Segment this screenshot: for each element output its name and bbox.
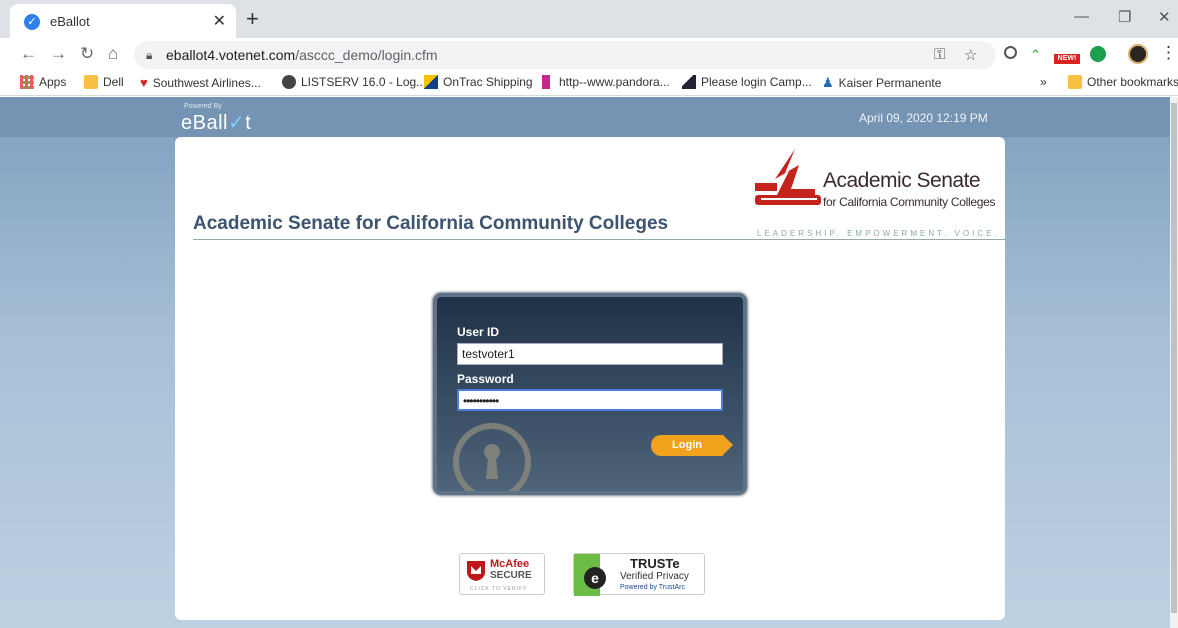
userid-input[interactable] — [457, 343, 723, 365]
browser-toolbar: ← → ↻ ⌂ 🔒︎ eballot4.votenet.com/asccc_de… — [0, 38, 1178, 72]
extension-arrow-icon[interactable]: ⌃ — [1030, 47, 1041, 63]
bookmark-ontrac[interactable]: OnTrac Shipping — [424, 75, 533, 89]
heart-icon: ♥ — [140, 75, 148, 90]
url-text[interactable]: eballot4.votenet.com/asccc_demo/login.cf… — [166, 47, 438, 63]
close-tab-icon[interactable]: ✕ — [213, 11, 226, 31]
keyhole-icon — [453, 423, 531, 491]
truste-badge[interactable]: e TRUSTe Verified Privacy Powered by Tru… — [573, 553, 705, 596]
back-icon[interactable]: ← — [20, 44, 37, 64]
login-button[interactable]: Login — [651, 435, 733, 456]
title-divider — [193, 239, 1005, 240]
header-band: Powered By eBall✓t April 09, 2020 12:19 … — [0, 97, 1170, 137]
bookmark-listserv[interactable]: LISTSERV 16.0 - Log... — [282, 75, 426, 89]
userid-label: User ID — [457, 325, 500, 339]
eballot-favicon-icon: ✓ — [24, 14, 40, 30]
password-label: Password — [457, 372, 514, 386]
minimize-icon[interactable]: — — [1074, 8, 1089, 25]
bookmark-southwest[interactable]: ♥ Southwest Airlines... — [140, 75, 261, 90]
globe-icon — [282, 75, 296, 89]
scrollbar-thumb[interactable] — [1171, 103, 1177, 613]
mcafee-click-label: CLICK TO VERIFY — [470, 586, 528, 592]
apps-grid-icon — [20, 75, 34, 89]
bookmark-apps[interactable]: Apps — [20, 75, 66, 89]
address-bar[interactable]: 🔒︎ eballot4.votenet.com/asccc_demo/login… — [134, 41, 996, 69]
folder-icon — [84, 75, 98, 89]
extension-green-icon[interactable] — [1090, 46, 1106, 62]
current-datetime: April 09, 2020 12:19 PM — [859, 111, 988, 125]
bookmark-camp[interactable]: Please login Camp... — [682, 75, 812, 89]
reload-icon[interactable]: ↻ — [80, 44, 94, 64]
forward-icon[interactable]: → — [50, 44, 67, 64]
bookmark-pandora[interactable]: http--www.pandora... — [542, 75, 670, 89]
truste-name: TRUSTe — [630, 556, 680, 571]
truste-verified-label: Verified Privacy — [620, 571, 689, 582]
logo-subtitle: for California Community Colleges — [823, 195, 996, 209]
truste-powered-label: Powered by TrustArc — [620, 584, 685, 591]
mcafee-secure-badge[interactable]: McAfee SECURE CLICK TO VERIFY — [459, 553, 545, 595]
extension-circle-icon[interactable] — [1004, 46, 1017, 59]
menu-icon[interactable]: ⋮ — [1160, 43, 1177, 63]
bookmarks-bar: Apps Dell ♥ Southwest Airlines... LISTSER… — [0, 72, 1178, 96]
page-content: Powered By eBall✓t April 09, 2020 12:19 … — [0, 97, 1170, 628]
restore-icon[interactable]: ❐ — [1118, 8, 1131, 26]
logo-name: Academic Senate — [823, 169, 981, 192]
login-form: User ID Password ••••••••••• Login — [433, 293, 747, 495]
home-icon[interactable]: ⌂ — [108, 44, 118, 64]
eballot-logo: eBall✓t — [181, 112, 252, 134]
main-panel: Academic Senate for California Community… — [175, 137, 1005, 620]
star-icon[interactable]: ☆ — [964, 46, 977, 64]
folder-icon — [1068, 75, 1082, 89]
academic-senate-logo-icon — [755, 149, 821, 205]
logo-tagline: LEADERSHIP. EMPOWERMENT. VOICE. — [757, 229, 1000, 238]
tab-title: eBallot — [50, 14, 90, 29]
key-icon[interactable]: ⚿ — [934, 46, 945, 63]
ontrac-icon — [424, 75, 438, 89]
extension-new-icon[interactable]: NEW! — [1054, 45, 1080, 64]
browser-tab[interactable]: ✓ eBallot ✕ — [10, 4, 236, 38]
page-scrollbar[interactable] — [1170, 97, 1178, 628]
lock-icon: 🔒︎ — [146, 48, 153, 62]
camp-icon — [682, 75, 696, 89]
mcafee-shield-icon — [467, 561, 485, 581]
password-input[interactable]: ••••••••••• — [457, 389, 723, 411]
close-window-icon[interactable]: ✕ — [1158, 8, 1171, 26]
page-title: Academic Senate for California Community… — [193, 213, 669, 234]
tab-strip: ✓ eBallot ✕ + — ❐ ✕ — [0, 0, 1178, 38]
bookmark-other[interactable]: Other bookmarks — [1068, 75, 1178, 89]
profile-avatar[interactable] — [1128, 44, 1148, 64]
mcafee-secure-label: SECURE — [490, 570, 532, 581]
powered-by-label: Powered By — [184, 103, 222, 110]
bookmark-dell[interactable]: Dell — [84, 75, 124, 89]
bookmark-kaiser[interactable]: ♟ Kaiser Permanente — [822, 75, 941, 90]
new-tab-icon[interactable]: + — [246, 6, 259, 32]
mcafee-name: McAfee — [490, 558, 530, 570]
more-bookmarks-icon[interactable]: » — [1040, 75, 1047, 89]
truste-e-icon: e — [584, 567, 606, 589]
pandora-icon — [542, 75, 550, 89]
kaiser-icon: ♟ — [822, 75, 834, 90]
